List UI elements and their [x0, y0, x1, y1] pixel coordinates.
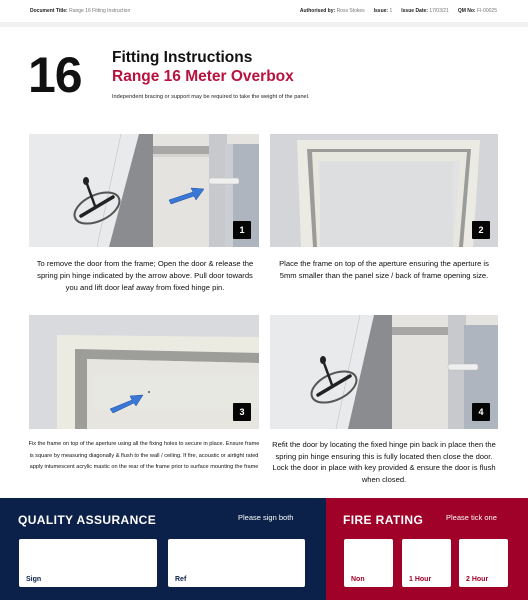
quality-assurance-panel: QUALITY ASSURANCE Please sign both Sign …	[0, 498, 326, 600]
authorised-value: Ross Stokes	[336, 8, 365, 14]
range-number: 16	[28, 47, 83, 103]
document-meta: Authorised by: Ross Stokes Issue: 1 Issu…	[300, 8, 497, 14]
fire-rating-non-checkbox[interactable]: Non	[344, 539, 393, 587]
issue-date-value: 17/03/21	[429, 8, 449, 14]
frame-aperture-image	[270, 134, 498, 247]
ref-label: Ref	[175, 576, 187, 583]
document-title-label: Document Title:	[30, 8, 68, 14]
fire-rating-non-label: Non	[351, 576, 365, 583]
step-number-badge: 2	[472, 221, 490, 239]
authorised-meta: Authorised by: Ross Stokes	[300, 8, 365, 14]
qa-hint: Please sign both	[238, 513, 294, 522]
issue-date-label: Issue Date:	[401, 8, 428, 14]
issue-date-meta: Issue Date: 17/03/21	[401, 8, 449, 14]
step-1-photo: 1	[29, 134, 259, 247]
issue-value: 1	[389, 8, 393, 14]
frame-fixing-image	[29, 315, 259, 429]
document-title-meta: Document Title: Range 16 Fitting Instruc…	[30, 8, 130, 14]
step-1-caption: To remove the door from the frame; Open …	[36, 259, 254, 292]
step-number-badge: 4	[472, 403, 490, 421]
step-3-photo: 3	[29, 315, 259, 429]
document-title-value: Range 16 Fitting Instruction	[69, 8, 131, 14]
sign-field[interactable]: Sign	[19, 539, 157, 587]
header-divider	[0, 22, 528, 27]
door-hinge-image	[29, 134, 259, 247]
support-note: Independent bracing or support may be re…	[112, 94, 310, 100]
document-header: Document Title: Range 16 Fitting Instruc…	[0, 0, 528, 22]
step-2-caption: Place the frame on top of the aperture e…	[279, 259, 489, 280]
page-subtitle: Range 16 Meter Overbox	[112, 68, 294, 85]
authorised-label: Authorised by:	[299, 8, 336, 14]
issue-label: Issue:	[373, 8, 389, 14]
step-4-caption: Refit the door by locating the fixed hin…	[272, 440, 496, 484]
qm-value: FI-00025	[476, 8, 497, 14]
fire-rating-2-hour-checkbox[interactable]: 2 Hour	[459, 539, 508, 587]
step-number-badge: 3	[233, 403, 251, 421]
qm-label: QM No:	[457, 8, 476, 14]
step-number-badge: 1	[233, 221, 251, 239]
ref-field[interactable]: Ref	[168, 539, 305, 587]
fire-rating-panel: FIRE RATING Please tick one Non 1 Hour 2…	[326, 498, 528, 600]
fire-rating-1-hour-checkbox[interactable]: 1 Hour	[402, 539, 451, 587]
page-title: Fitting Instructions	[112, 49, 253, 66]
sign-label: Sign	[26, 576, 42, 583]
step-4-photo: 4	[270, 315, 498, 429]
fire-rating-hint: Please tick one	[446, 513, 497, 522]
qa-title: QUALITY ASSURANCE	[18, 513, 157, 527]
qm-meta: QM No: FI-00025	[458, 8, 497, 14]
step-3-caption: Fix the frame on top of the aperture usi…	[28, 441, 260, 470]
fire-rating-2-hour-label: 2 Hour	[466, 576, 489, 583]
step-2-photo: 2	[270, 134, 498, 247]
fire-rating-title: FIRE RATING	[343, 513, 424, 527]
issue-meta: Issue: 1	[374, 8, 393, 14]
door-refit-image	[270, 315, 498, 429]
fire-rating-1-hour-label: 1 Hour	[409, 576, 432, 583]
